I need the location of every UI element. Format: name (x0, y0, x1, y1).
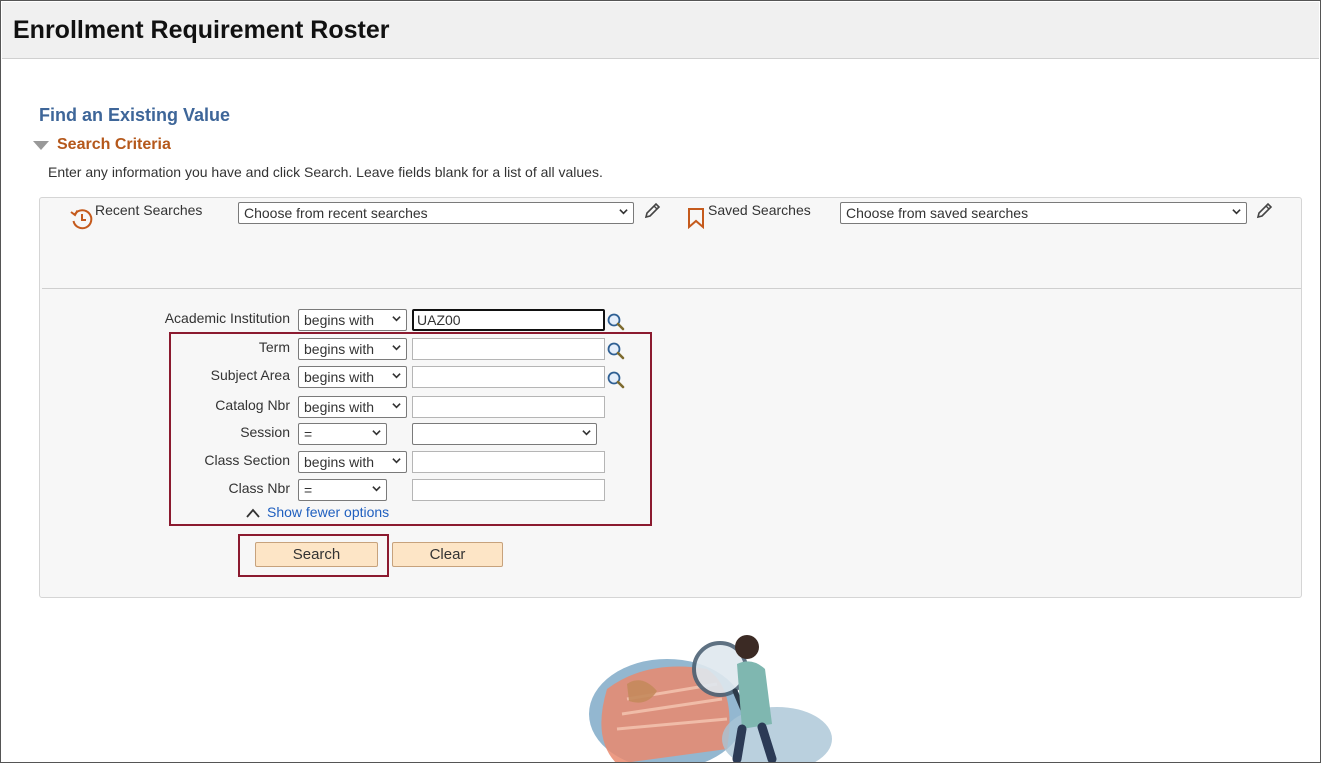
subject-area-operator-value: begins with (304, 369, 375, 385)
recent-searches-value: Choose from recent searches (244, 205, 428, 221)
chevron-down-icon (392, 403, 401, 409)
history-icon (70, 209, 93, 230)
academic-institution-input[interactable]: UAZ00 (412, 309, 605, 331)
term-operator[interactable]: begins with (298, 338, 407, 360)
catalog-nbr-operator[interactable]: begins with (298, 396, 407, 418)
chevron-down-icon (392, 373, 401, 379)
panel-divider (42, 288, 1301, 289)
class-nbr-operator-value: = (304, 482, 313, 498)
catalog-nbr-label: Catalog Nbr (215, 397, 290, 413)
show-fewer-options-text: Show fewer options (267, 504, 390, 520)
academic-institution-operator[interactable]: begins with (298, 309, 407, 331)
find-existing-value-heading: Find an Existing Value (39, 105, 231, 125)
class-section-input[interactable] (412, 451, 605, 473)
collapse-triangle-icon[interactable] (33, 141, 49, 150)
class-nbr-operator[interactable]: = (298, 479, 387, 501)
class-nbr-input[interactable] (412, 479, 605, 501)
search-illustration (589, 635, 832, 762)
page-frame: Enrollment Requirement Roster Find an Ex… (0, 0, 1321, 763)
saved-searches-label: Saved Searches (708, 202, 811, 218)
session-operator-value: = (304, 426, 313, 442)
chevron-down-icon (582, 430, 591, 436)
page-header: Enrollment Requirement Roster (2, 2, 1319, 59)
chevron-down-icon (619, 209, 628, 215)
bookmark-icon (688, 208, 704, 229)
chevron-down-icon (372, 486, 381, 492)
class-section-operator-value: begins with (304, 454, 375, 470)
pencil-icon[interactable] (642, 201, 662, 221)
chevron-down-icon (372, 430, 381, 436)
session-operator[interactable]: = (298, 423, 387, 445)
term-label: Term (258, 339, 290, 355)
subject-area-label: Subject Area (210, 367, 290, 383)
academic-institution-label: Academic Institution (164, 310, 290, 326)
search-instructions: Enter any information you have and click… (48, 164, 603, 180)
term-input[interactable] (412, 338, 605, 360)
term-operator-value: begins with (304, 341, 375, 357)
chevron-down-icon (1232, 209, 1241, 215)
magnifier-icon[interactable] (606, 312, 626, 332)
catalog-nbr-input[interactable] (412, 396, 605, 418)
chevron-down-icon (392, 345, 401, 351)
recent-searches-select[interactable]: Choose from recent searches (238, 202, 634, 224)
magnifier-icon[interactable] (606, 341, 626, 361)
search-button[interactable]: Search (255, 542, 378, 567)
class-section-operator[interactable]: begins with (298, 451, 407, 473)
chevron-down-icon (392, 458, 401, 464)
subject-area-operator[interactable]: begins with (298, 366, 407, 388)
chevron-up-icon (246, 508, 260, 518)
recent-searches-label: Recent Searches (95, 202, 203, 218)
clear-button[interactable]: Clear (392, 542, 503, 567)
magnifier-icon[interactable] (606, 370, 626, 390)
session-select[interactable] (412, 423, 597, 445)
session-label: Session (240, 424, 290, 440)
subject-area-input[interactable] (412, 366, 605, 388)
saved-searches-value: Choose from saved searches (846, 205, 1029, 221)
class-nbr-label: Class Nbr (228, 480, 290, 496)
search-criteria-toggle[interactable]: Search Criteria (57, 136, 171, 154)
chevron-down-icon (392, 316, 401, 322)
saved-searches-select[interactable]: Choose from saved searches (840, 202, 1247, 224)
academic-institution-operator-value: begins with (304, 312, 375, 328)
class-section-label: Class Section (204, 452, 290, 468)
show-fewer-options-link[interactable]: Show fewer options (245, 504, 389, 520)
page-title: Enrollment Requirement Roster (13, 16, 390, 44)
catalog-nbr-operator-value: begins with (304, 399, 375, 415)
pencil-icon[interactable] (1254, 201, 1274, 221)
